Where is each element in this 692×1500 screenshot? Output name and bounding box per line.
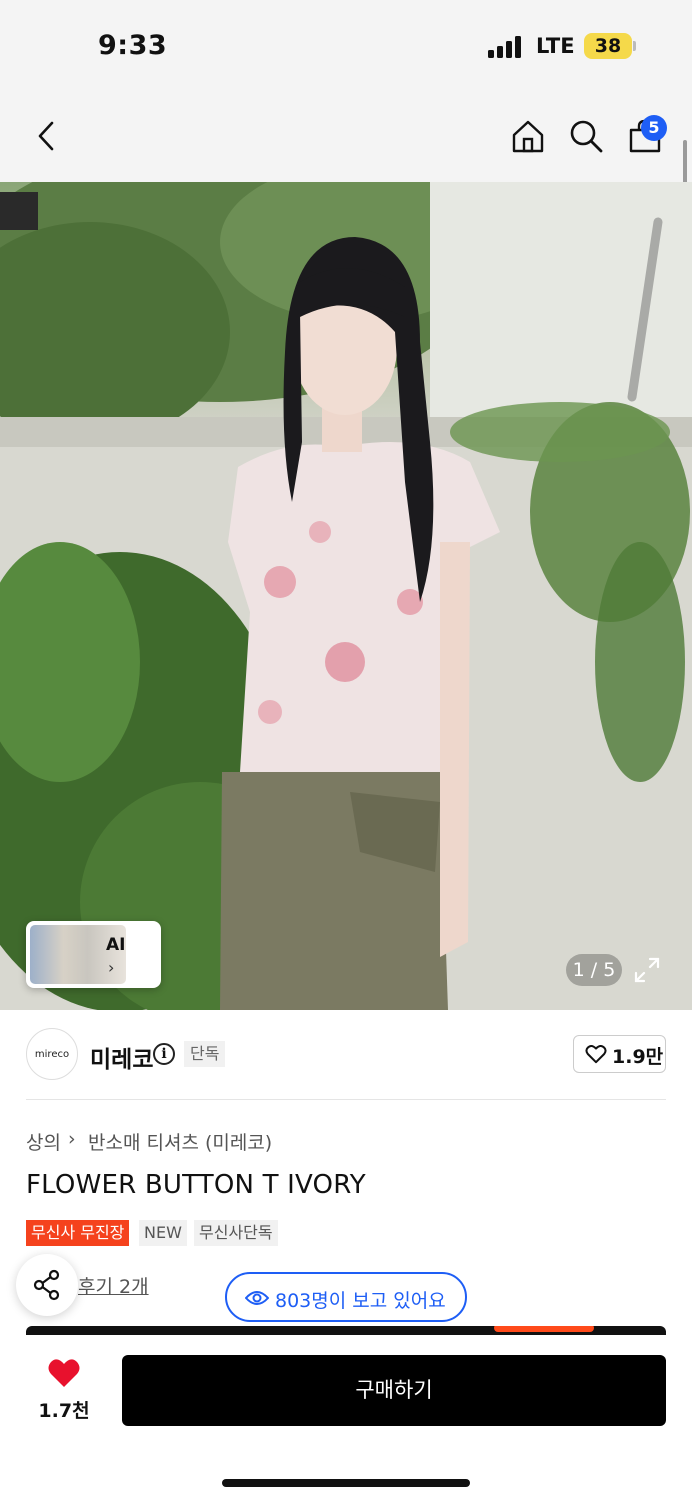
product-like-count: 1.7천	[38, 1400, 90, 1422]
signal-icon	[488, 36, 524, 58]
tag-exclusive: 무신사단독	[194, 1220, 278, 1246]
viewers-text: 803명이 보고 있어요	[275, 1290, 446, 1312]
eye-icon	[245, 1291, 269, 1305]
breadcrumb-separator: ›	[68, 1128, 76, 1150]
divider	[26, 1099, 666, 1100]
home-indicator	[222, 1479, 470, 1487]
heart-outline-icon	[585, 1045, 607, 1064]
brand-like-count: 1.9만	[612, 1046, 664, 1068]
home-icon[interactable]	[508, 116, 548, 156]
ai-lookbook-button[interactable]	[26, 921, 161, 988]
status-bar: 9:33 LTE 38	[0, 0, 692, 92]
back-arrow-icon[interactable]	[30, 118, 62, 154]
viewers-pill: 803명이 보고 있어요	[225, 1272, 467, 1322]
info-icon[interactable]: i	[153, 1043, 175, 1065]
network-label: LTE	[536, 34, 575, 58]
product-title: FLOWER BUTTON T IVORY	[26, 1170, 366, 1200]
status-time: 9:33	[98, 30, 168, 61]
review-link[interactable]: 후기 2개	[78, 1272, 149, 1299]
share-icon	[33, 1269, 60, 1301]
breadcrumb-category[interactable]: 상의	[26, 1128, 61, 1155]
heart-filled-icon[interactable]	[47, 1358, 81, 1388]
tag-new: NEW	[139, 1220, 187, 1246]
battery-tip	[633, 41, 636, 51]
chevron-right-icon: ›	[108, 958, 115, 977]
buy-button[interactable]: 구매하기	[122, 1355, 666, 1426]
ai-label: AI	[106, 935, 126, 955]
battery-level: 38	[594, 35, 622, 57]
brand-logo[interactable]: mireco	[26, 1028, 78, 1080]
cart-count-badge: 5	[641, 115, 667, 141]
brand-name[interactable]: 미레코	[90, 1040, 153, 1074]
tag-mujinjang: 무신사 무진장	[26, 1220, 130, 1246]
search-icon[interactable]	[566, 116, 606, 156]
brand-like-button[interactable]: 1.9만	[573, 1035, 666, 1073]
share-button[interactable]	[16, 1254, 78, 1316]
breadcrumb-subcategory[interactable]: 반소매 티셔츠 (미레코)	[88, 1128, 272, 1155]
image-page-counter: 1 / 5	[566, 954, 622, 986]
exclusive-badge: 단독	[184, 1041, 226, 1067]
battery-icon: 38	[584, 33, 632, 59]
product-image[interactable]	[0, 182, 692, 1010]
expand-icon[interactable]	[630, 953, 664, 987]
